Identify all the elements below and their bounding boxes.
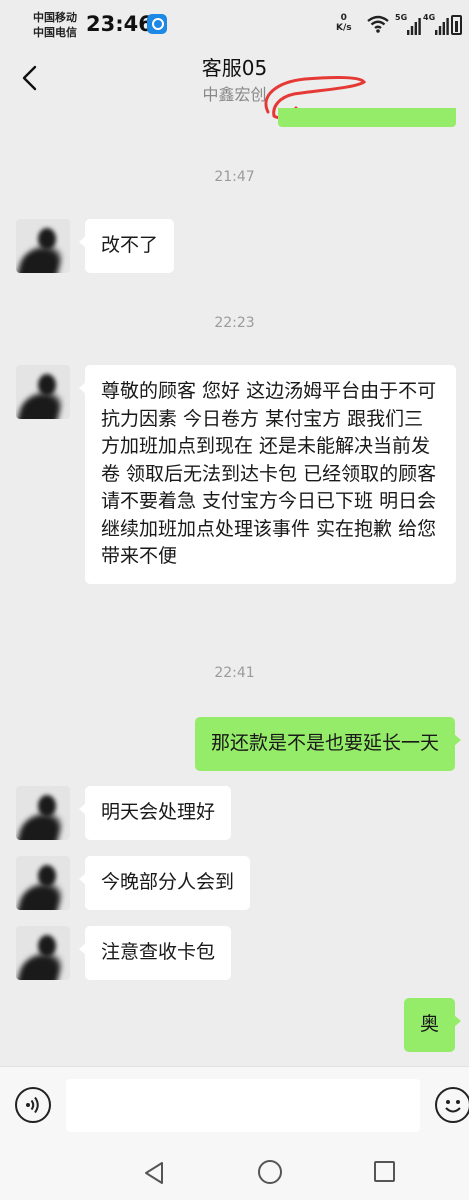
message-timestamp: 21:47 xyxy=(214,169,255,185)
incoming-message[interactable]: 今晚部分人会到 xyxy=(78,856,251,910)
message-input[interactable] xyxy=(66,1079,420,1132)
network-speed-value: 0 xyxy=(340,13,347,23)
square-recent-icon[interactable] xyxy=(374,1161,395,1182)
battery-icon xyxy=(451,15,462,35)
voice-icon xyxy=(26,1096,39,1114)
system-nav-bar xyxy=(0,1146,469,1200)
chat-input-bar xyxy=(0,1066,469,1146)
message-timestamp: 22:41 xyxy=(214,665,255,681)
previous-outgoing-bubble xyxy=(278,108,456,127)
outgoing-message[interactable]: 那还款是不是也要延长一天 xyxy=(194,717,462,771)
contact-avatar[interactable] xyxy=(16,926,70,980)
circle-home-icon[interactable] xyxy=(258,1160,282,1184)
emoji-icon xyxy=(445,1100,461,1113)
carrier-1: 中国移动 xyxy=(33,11,77,24)
carrier-2: 中国电信 xyxy=(33,26,77,39)
network-speed: 0 K/s xyxy=(336,13,352,33)
chat-title: 客服05 xyxy=(201,56,268,80)
incoming-message[interactable]: 改不了 xyxy=(78,219,175,273)
signal-5g-label: 5G xyxy=(395,13,408,22)
chat-subtitle: 中鑫宏创 xyxy=(202,85,267,104)
signal-bars-icon xyxy=(435,18,449,35)
search-app-icon xyxy=(147,14,167,34)
status-time: 23:46 xyxy=(86,12,153,36)
contact-avatar[interactable] xyxy=(16,219,70,273)
contact-avatar[interactable] xyxy=(16,365,70,419)
contact-avatar[interactable] xyxy=(16,856,70,910)
incoming-message[interactable]: 明天会处理好 xyxy=(78,786,232,840)
carrier-labels: 中国移动 中国电信 xyxy=(33,10,77,40)
network-speed-unit: K/s xyxy=(336,23,352,33)
wifi-icon xyxy=(367,15,389,33)
chat-header: 客服05 中鑫宏创 xyxy=(0,50,469,120)
outgoing-message[interactable]: 奥 xyxy=(403,998,462,1052)
incoming-message[interactable]: 注意查收卡包 xyxy=(78,926,232,980)
message-timestamp: 22:23 xyxy=(214,315,255,331)
emoji-button[interactable] xyxy=(435,1087,469,1123)
signal-bars-icon xyxy=(407,18,421,35)
triangle-back-icon[interactable] xyxy=(143,1161,165,1185)
contact-avatar[interactable] xyxy=(16,786,70,840)
signal-4g-label: 4G xyxy=(423,13,436,22)
status-bar: 中国移动 中国电信 23:46 0 K/s 5G 4G xyxy=(0,0,469,50)
incoming-message[interactable]: 尊敬的顾客 您好 这边汤姆平台由于不可抗力因素 今日卷方 某付宝方 跟我们三方加… xyxy=(79,365,456,584)
voice-button[interactable] xyxy=(15,1087,51,1123)
message-list[interactable]: 21:47 改不了 22:23 尊敬的顾客 您好 这边汤姆平台由于不可抗力因素 … xyxy=(0,108,469,1066)
